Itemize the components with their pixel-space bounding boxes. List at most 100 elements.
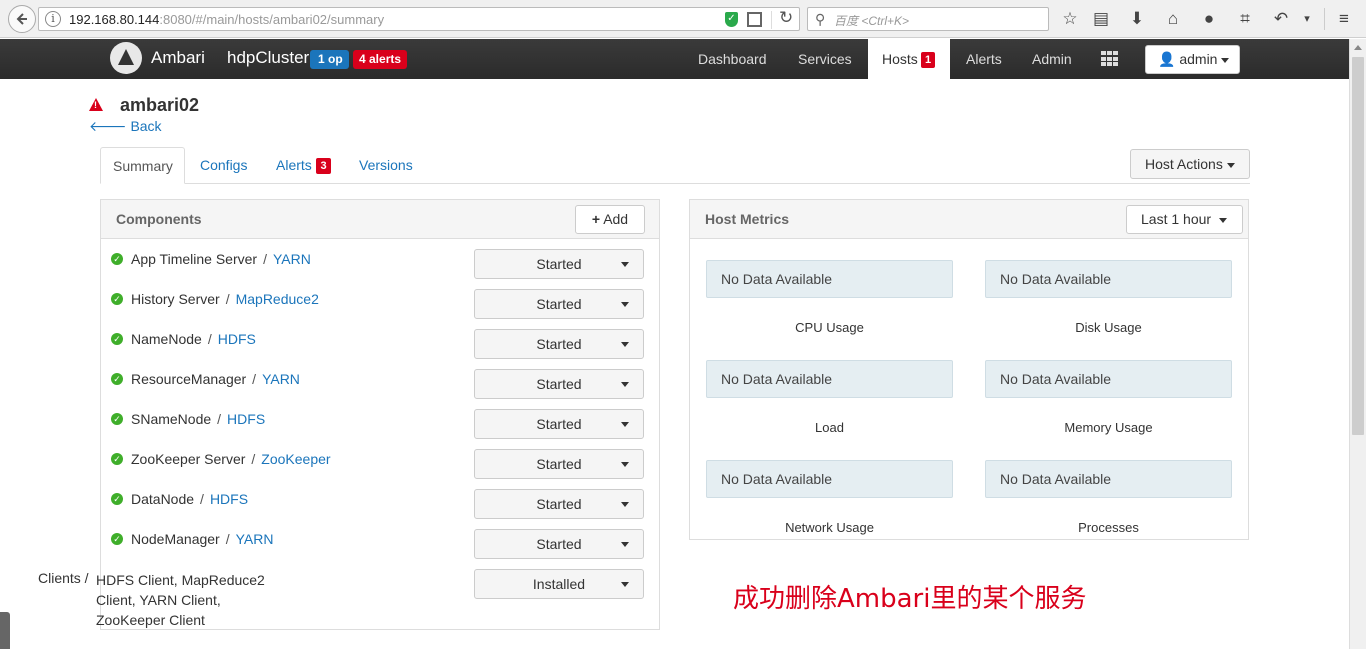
menu-icon[interactable]: ≡ — [1333, 8, 1355, 30]
memory-usage-chart[interactable]: No Data Available — [985, 360, 1232, 398]
clients-label: Clients / — [38, 570, 89, 586]
component-state-dropdown[interactable]: Started — [474, 369, 644, 399]
time-range-label: Last 1 hour — [1141, 211, 1212, 227]
no-data-text: No Data Available — [1000, 271, 1112, 287]
host-metrics-header: Host Metrics Last 1 hour — [690, 200, 1248, 239]
add-component-button[interactable]: + Add — [575, 205, 645, 234]
no-data-text: No Data Available — [721, 471, 833, 487]
arrow-left-icon — [16, 13, 27, 25]
info-icon[interactable]: i — [45, 11, 61, 27]
ambari-logo-icon[interactable] — [110, 42, 142, 74]
tabs-divider — [100, 183, 1250, 184]
component-name-line: History Server / MapReduce2 — [131, 291, 319, 307]
component-name-line: NameNode / HDFS — [131, 331, 256, 347]
alerts-badge[interactable]: 4 alerts — [353, 50, 408, 69]
views-grid-icon[interactable] — [1101, 51, 1119, 67]
disk-usage-chart[interactable]: No Data Available — [985, 260, 1232, 298]
caret-down-icon — [621, 422, 629, 427]
component-name: NodeManager — [131, 531, 220, 547]
back-link[interactable]: 🡐 Back — [89, 118, 162, 135]
service-link[interactable]: YARN — [262, 371, 300, 387]
processes-chart[interactable]: No Data Available — [985, 460, 1232, 498]
component-state-dropdown[interactable]: Started — [474, 249, 644, 279]
network-usage-chart[interactable]: No Data Available — [706, 460, 953, 498]
cluster-name[interactable]: hdpCluster — [227, 48, 309, 68]
component-name: SNameNode — [131, 411, 212, 427]
address-bar[interactable]: i 192.168.80.144:8080/#/main/hosts/ambar… — [38, 7, 800, 31]
browser-back-button[interactable] — [8, 5, 36, 33]
component-separator: / — [217, 411, 222, 427]
chat-icon[interactable]: ● — [1198, 8, 1220, 30]
time-range-dropdown[interactable]: Last 1 hour — [1126, 205, 1243, 234]
nav-dashboard[interactable]: Dashboard — [698, 39, 767, 79]
component-state-dropdown[interactable]: Started — [474, 489, 644, 519]
caret-down-icon — [621, 582, 629, 587]
service-link[interactable]: YARN — [236, 531, 274, 547]
component-state-dropdown[interactable]: Started — [474, 289, 644, 319]
component-name: History Server — [131, 291, 220, 307]
component-state-dropdown[interactable]: Started — [474, 529, 644, 559]
check-circle-icon: ✓ — [111, 293, 123, 305]
scroll-thumb[interactable] — [1352, 57, 1364, 435]
check-circle-icon: ✓ — [111, 253, 123, 265]
nav-services[interactable]: Services — [798, 39, 852, 79]
add-label: Add — [603, 211, 629, 227]
ops-badge[interactable]: 1 op — [310, 50, 349, 69]
component-state: Started — [536, 496, 582, 512]
service-link[interactable]: HDFS — [210, 491, 248, 507]
nav-admin[interactable]: Admin — [1032, 39, 1072, 79]
back-label: Back — [130, 118, 162, 134]
tab-versions[interactable]: Versions — [359, 157, 413, 173]
bookmark-star-icon[interactable]: ☆ — [1059, 8, 1081, 30]
component-separator: / — [263, 251, 267, 267]
service-link[interactable]: MapReduce2 — [236, 291, 319, 307]
component-state-dropdown[interactable]: Started — [474, 329, 644, 359]
clients-list: HDFS Client, MapReduce2 Client, YARN Cli… — [96, 572, 265, 628]
clients-state-dropdown[interactable]: Installed — [474, 569, 644, 599]
component-state-dropdown[interactable]: Started — [474, 409, 644, 439]
undo-icon[interactable]: ↶ — [1270, 8, 1292, 30]
toolbar-divider — [1324, 8, 1325, 30]
service-link[interactable]: HDFS — [218, 331, 256, 347]
component-state: Started — [536, 296, 582, 312]
user-menu-button[interactable]: 👤 admin — [1145, 45, 1240, 74]
component-name: ZooKeeper Server — [131, 451, 246, 467]
check-circle-icon: ✓ — [111, 333, 123, 345]
cpu-usage-chart[interactable]: No Data Available — [706, 260, 953, 298]
tab-configs[interactable]: Configs — [200, 157, 247, 173]
component-state-dropdown[interactable]: Started — [474, 449, 644, 479]
dropdown-icon[interactable]: ▾ — [1296, 8, 1318, 30]
url-text: 192.168.80.144:8080/#/main/hosts/ambari0… — [69, 12, 384, 27]
search-input[interactable]: ⚲ 百度 <Ctrl+K> — [807, 7, 1049, 31]
metric-label: Network Usage — [785, 520, 874, 535]
arrow-left-icon: 🡐 — [89, 118, 127, 134]
home-icon[interactable]: ⌂ — [1162, 8, 1184, 30]
shield-icon[interactable]: ✓ — [725, 12, 738, 27]
page-scrollbar[interactable] — [1349, 39, 1366, 649]
component-state: Started — [536, 416, 582, 432]
host-actions-button[interactable]: Host Actions — [1130, 149, 1250, 179]
no-data-text: No Data Available — [721, 271, 833, 287]
tab-alerts[interactable]: Alerts — [276, 157, 312, 173]
alerts-tab-badge[interactable]: 3 — [316, 158, 331, 174]
component-name-line: App Timeline Server / YARN — [131, 251, 311, 267]
download-icon[interactable]: ⬇ — [1126, 8, 1148, 30]
crop-icon[interactable]: ⌗ — [1234, 8, 1256, 30]
nav-hosts[interactable]: Hosts 1 — [868, 39, 950, 79]
load-chart[interactable]: No Data Available — [706, 360, 953, 398]
component-state: Started — [536, 456, 582, 472]
check-circle-icon: ✓ — [111, 533, 123, 545]
service-link[interactable]: ZooKeeper — [261, 451, 330, 467]
host-actions-label: Host Actions — [1145, 156, 1223, 172]
service-link[interactable]: YARN — [273, 251, 311, 267]
reading-list-icon[interactable]: ▤ — [1090, 8, 1112, 30]
qr-code-icon[interactable] — [747, 12, 762, 27]
clients-state: Installed — [532, 576, 586, 592]
tab-summary[interactable]: Summary — [100, 147, 185, 184]
reload-icon[interactable]: ↻ — [779, 8, 793, 28]
scroll-up-icon[interactable] — [1354, 45, 1362, 50]
service-link[interactable]: HDFS — [227, 411, 265, 427]
brand-name[interactable]: Ambari — [151, 48, 205, 68]
nav-alerts[interactable]: Alerts — [966, 39, 1002, 79]
component-state: Started — [536, 336, 582, 352]
